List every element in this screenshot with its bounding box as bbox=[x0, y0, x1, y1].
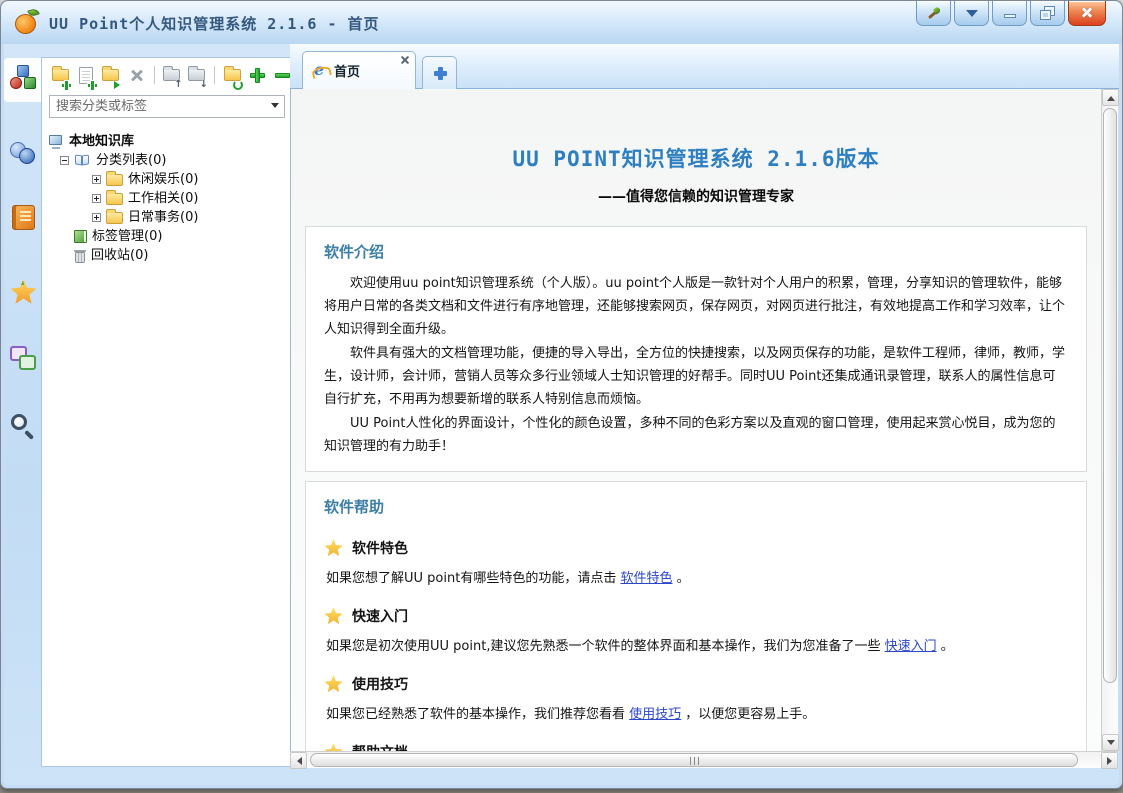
window-body: ↑ ↓ 本地知识库 分类列表(0) bbox=[4, 44, 1119, 785]
intro-paragraph: 软件具有强大的文档管理功能，便捷的导入导出，全方位的快捷搜索，以及网页保存的功能… bbox=[324, 342, 1068, 411]
star-icon bbox=[324, 607, 343, 625]
arrow-down-icon bbox=[1107, 740, 1115, 749]
vertical-scroll-thumb[interactable] bbox=[1103, 108, 1117, 683]
arrow-up-icon bbox=[1107, 92, 1115, 101]
toolbar-separator bbox=[214, 66, 215, 84]
close-button[interactable] bbox=[1068, 1, 1106, 26]
minimize-icon bbox=[1004, 14, 1016, 18]
expand-expander-icon[interactable] bbox=[92, 213, 101, 222]
rail-knowledge-cubes-icon[interactable] bbox=[8, 64, 38, 94]
category-search-combobox bbox=[49, 95, 285, 118]
tree-item-tag-management[interactable]: 标签管理(0) bbox=[48, 227, 292, 246]
tag-book-icon bbox=[74, 230, 87, 243]
minimize-to-tray-button[interactable] bbox=[954, 1, 989, 26]
import-folder-icon[interactable] bbox=[102, 64, 120, 87]
paintbrush-icon bbox=[923, 2, 944, 23]
rail-notebook-icon[interactable] bbox=[8, 203, 38, 233]
rail-search-icon[interactable] bbox=[8, 412, 38, 442]
new-item-page-icon[interactable] bbox=[76, 64, 94, 87]
window-title: UU Point个人知识管理系统 2.1.6 - 首页 bbox=[49, 13, 380, 34]
app-logo-icon bbox=[14, 9, 42, 37]
rail-favorites-star-icon[interactable] bbox=[8, 277, 38, 307]
scroll-right-button[interactable] bbox=[1101, 752, 1118, 769]
folder-icon bbox=[106, 212, 123, 224]
star-icon bbox=[324, 539, 343, 557]
tree-root-local-kb[interactable]: 本地知识库 bbox=[48, 132, 292, 151]
help-item-docs: 帮助文档 在使用的过程中，如果遇到操作上的问题，您可以打开 帮助文档 。 bbox=[324, 731, 1068, 751]
help-item-features: 软件特色 如果您想了解UU point有哪些特色的功能，请点击 软件特色 。 bbox=[324, 527, 1068, 595]
folder-icon bbox=[106, 193, 123, 205]
computer-icon bbox=[48, 135, 64, 149]
tree-item-daily[interactable]: 日常事务(0) bbox=[48, 208, 292, 227]
tree-item-leisure[interactable]: 休闲娱乐(0) bbox=[48, 170, 292, 189]
intro-section: 软件介绍 欢迎使用uu point知识管理系统（个人版）。uu point个人版… bbox=[305, 226, 1087, 472]
minimize-button[interactable] bbox=[992, 1, 1027, 26]
folder-move-up-icon[interactable]: ↑ bbox=[162, 64, 180, 87]
link-tips[interactable]: 使用技巧 bbox=[629, 707, 681, 722]
window-controls bbox=[916, 1, 1106, 26]
titlebar: UU Point个人知识管理系统 2.1.6 - 首页 bbox=[1, 1, 1122, 44]
scroll-left-button[interactable] bbox=[290, 752, 307, 769]
toolbar-separator bbox=[154, 66, 155, 84]
page-subtitle: ——值得您信赖的知识管理专家 bbox=[291, 186, 1101, 206]
intro-paragraph: UU Point人性化的界面设计，个性化的颜色设置，多种不同的色彩方案以及直观的… bbox=[324, 412, 1068, 458]
chevron-down-icon bbox=[271, 103, 279, 112]
rail-contacts-spheres-icon[interactable] bbox=[8, 139, 38, 169]
thumb-grip bbox=[694, 757, 695, 765]
scroll-up-button[interactable] bbox=[1102, 89, 1119, 106]
horizontal-scrollbar[interactable] bbox=[290, 751, 1118, 768]
close-icon bbox=[1080, 6, 1094, 20]
rail-images-icon[interactable] bbox=[8, 344, 38, 374]
tab-bar: 首页 bbox=[290, 44, 1119, 89]
page-title: UU POINT知识管理系统 2.1.6版本 bbox=[291, 89, 1101, 173]
scroll-down-button[interactable] bbox=[1102, 734, 1119, 751]
expand-expander-icon[interactable] bbox=[92, 175, 101, 184]
tree-item-recycle-bin[interactable]: 回收站(0) bbox=[48, 246, 292, 265]
home-page-content: UU POINT知识管理系统 2.1.6版本 ——值得您信赖的知识管理专家 软件… bbox=[290, 89, 1101, 751]
tab-close-icon[interactable] bbox=[400, 55, 410, 65]
explorer-toolbar: ↑ ↓ bbox=[42, 58, 292, 92]
folder-move-down-icon[interactable]: ↓ bbox=[188, 64, 206, 87]
trash-icon bbox=[74, 249, 86, 263]
explorer-panel: ↑ ↓ 本地知识库 分类列表(0) bbox=[41, 57, 293, 767]
browser-e-icon bbox=[312, 63, 328, 79]
dropdown-button[interactable] bbox=[266, 101, 284, 112]
page-header: UU POINT知识管理系统 2.1.6版本 ——值得您信赖的知识管理专家 bbox=[291, 89, 1101, 214]
left-rail bbox=[4, 44, 41, 785]
tab-home[interactable]: 首页 bbox=[302, 51, 416, 89]
tray-arrow-icon bbox=[966, 10, 978, 23]
search-input[interactable] bbox=[50, 99, 266, 114]
intro-heading: 软件介绍 bbox=[324, 241, 1068, 262]
tree-item-work[interactable]: 工作相关(0) bbox=[48, 189, 292, 208]
help-section: 软件帮助 软件特色 如果您想了解UU point有哪些特色的功能，请点击 软件特… bbox=[305, 481, 1087, 751]
restore-button[interactable] bbox=[1030, 1, 1065, 26]
app-window: UU Point个人知识管理系统 2.1.6 - 首页 bbox=[0, 0, 1123, 789]
intro-paragraph: 欢迎使用uu point知识管理系统（个人版）。uu point个人版是一款针对… bbox=[324, 272, 1068, 341]
folder-icon bbox=[106, 174, 123, 186]
vertical-scrollbar[interactable] bbox=[1101, 89, 1118, 751]
help-item-quickstart: 快速入门 如果您是初次使用UU point,建议您先熟悉一个软件的整体界面和基本… bbox=[324, 595, 1068, 663]
collapse-expander-icon[interactable] bbox=[60, 156, 69, 165]
new-tab-button[interactable] bbox=[422, 56, 457, 89]
skin-button[interactable] bbox=[916, 1, 951, 26]
new-category-folder-icon[interactable] bbox=[51, 64, 69, 87]
restore-icon bbox=[1041, 7, 1054, 19]
link-features[interactable]: 软件特色 bbox=[620, 571, 672, 586]
arrow-left-icon bbox=[293, 757, 302, 765]
arrow-right-icon bbox=[1107, 757, 1116, 765]
link-quickstart[interactable]: 快速入门 bbox=[885, 639, 937, 654]
folder-refresh-icon[interactable] bbox=[223, 64, 241, 87]
tree-item-category-list[interactable]: 分类列表(0) bbox=[48, 151, 292, 170]
star-icon bbox=[324, 675, 343, 693]
knowledge-tree: 本地知识库 分类列表(0) 休闲娱乐(0) 工作相关(0) bbox=[42, 124, 292, 265]
open-book-icon bbox=[74, 154, 91, 167]
expand-expander-icon[interactable] bbox=[92, 194, 101, 203]
help-item-tips: 使用技巧 如果您已经熟悉了软件的基本操作，我们推荐您看看 使用技巧 ，以便您更容… bbox=[324, 663, 1068, 731]
star-icon bbox=[324, 743, 343, 751]
expand-all-icon[interactable] bbox=[248, 64, 266, 87]
delete-icon[interactable] bbox=[127, 64, 145, 87]
horizontal-scroll-thumb[interactable] bbox=[310, 753, 1078, 767]
help-heading: 软件帮助 bbox=[324, 496, 1068, 517]
